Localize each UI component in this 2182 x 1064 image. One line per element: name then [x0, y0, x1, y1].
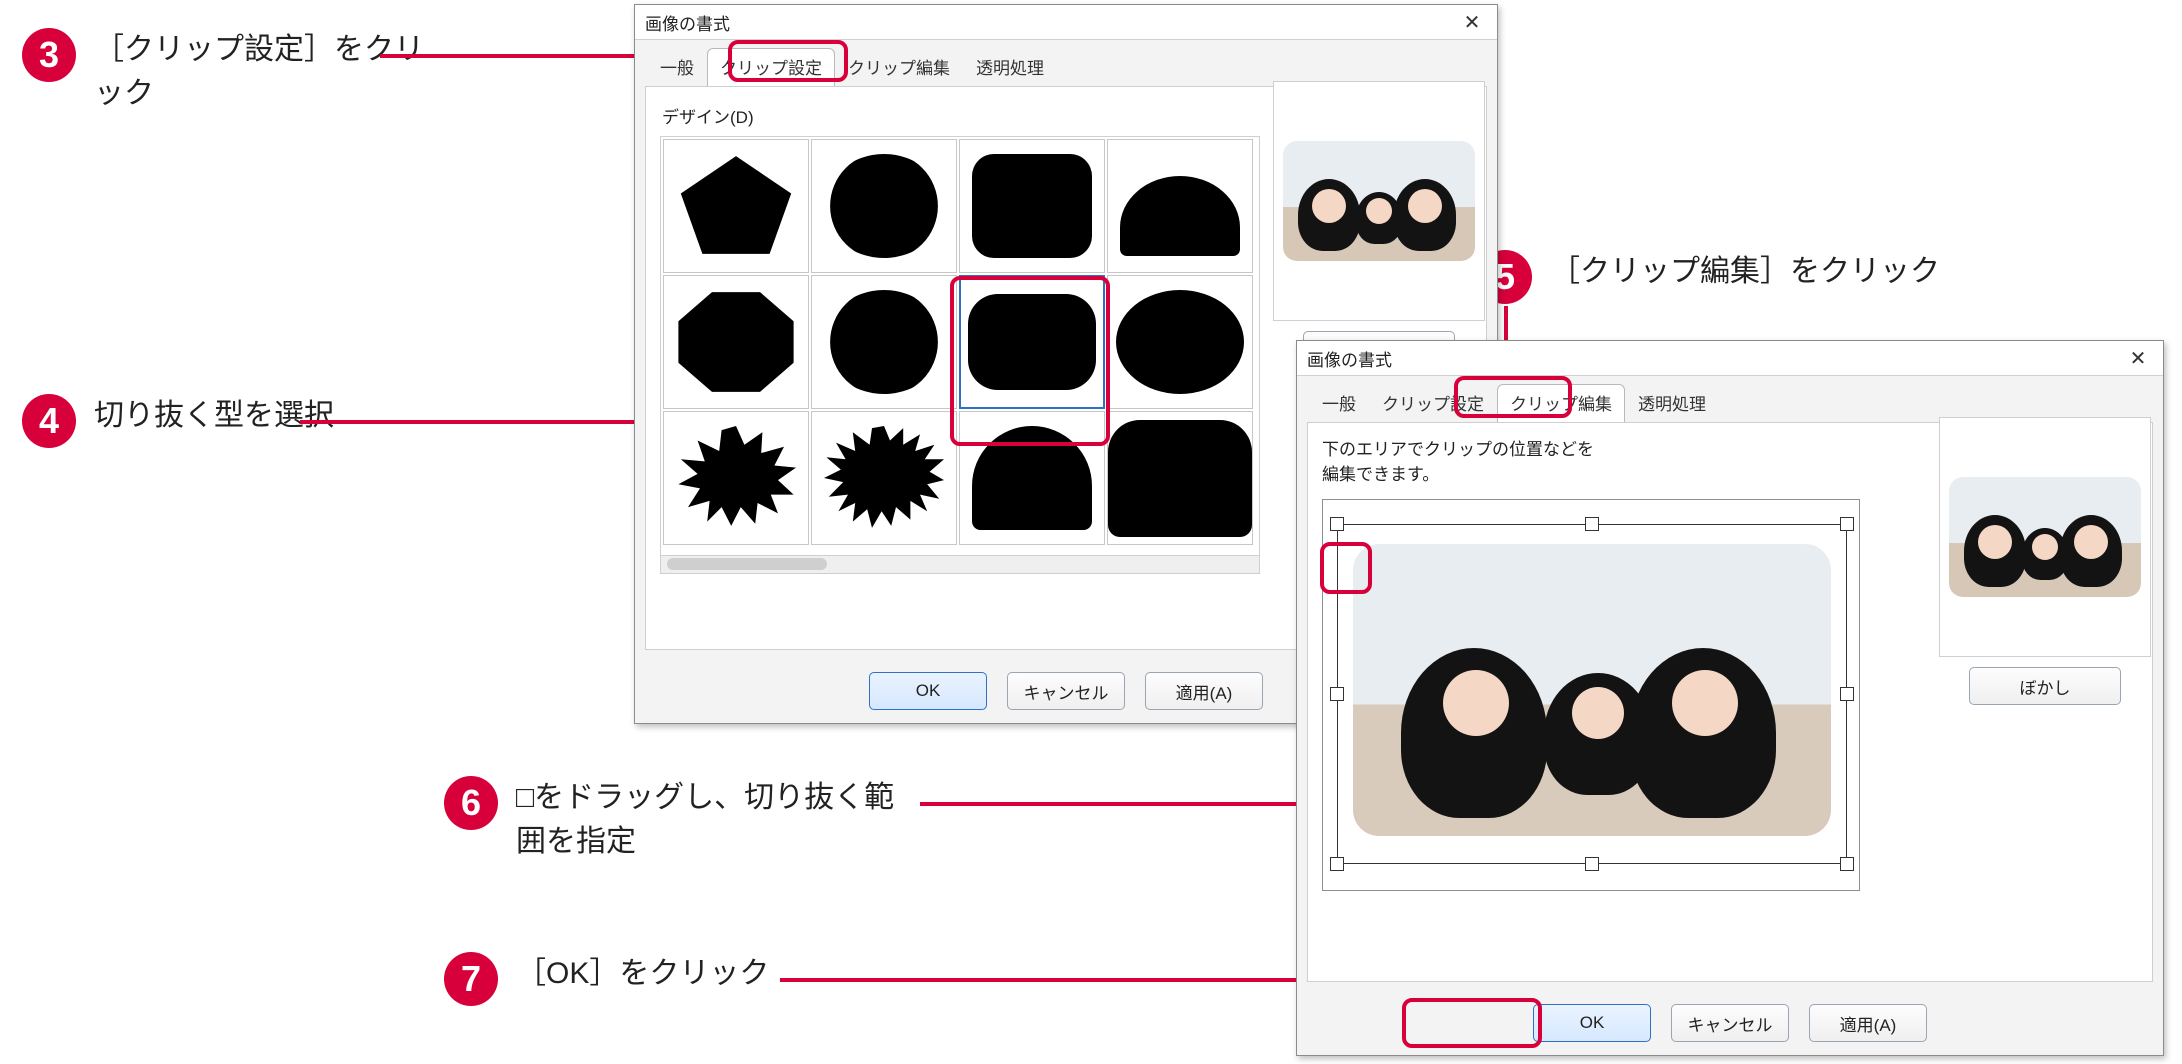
highlight-selected-shape [950, 276, 1110, 446]
callout-6: 6 □をドラッグし、切り抜く範囲を指定 [444, 776, 964, 864]
apply-button[interactable]: 適用(A) [1145, 672, 1263, 710]
step-badge-6: 6 [444, 776, 498, 830]
callout-5: 5 ［クリップ編集］をクリック [1478, 250, 1940, 304]
shape-rounded[interactable] [959, 139, 1105, 273]
leader-6 [920, 802, 1340, 806]
preview-thumbnail [1949, 477, 2141, 597]
clip-selection-box[interactable] [1337, 524, 1847, 864]
handle-bottom-center[interactable] [1585, 857, 1599, 871]
shape-octagon[interactable] [663, 275, 809, 409]
tab-transparency[interactable]: 透明処理 [963, 48, 1057, 86]
handle-top-left[interactable] [1330, 517, 1344, 531]
ok-button[interactable]: OK [1533, 1004, 1651, 1042]
cancel-button[interactable]: キャンセル [1671, 1004, 1789, 1042]
callout-5-text: ［クリップ編集］をクリック [1550, 250, 1940, 294]
callout-6-text: □をドラッグし、切り抜く範囲を指定 [516, 776, 916, 864]
dialog-title: 画像の書式 [1307, 346, 1392, 371]
shape-hscroll-thumb[interactable] [667, 558, 827, 570]
highlight-tab-clip-settings [728, 40, 848, 82]
shape-flower[interactable] [811, 275, 957, 409]
shape-burst[interactable] [663, 411, 809, 545]
shape-scallop[interactable] [811, 139, 957, 273]
handle-top-right[interactable] [1840, 517, 1854, 531]
callout-3-text: ［クリップ設定］をクリック [94, 28, 434, 116]
preview-pane [1273, 81, 1485, 321]
step-badge-7: 7 [444, 952, 498, 1006]
callout-7-text: ［OK］をクリック [516, 952, 769, 996]
titlebar: 画像の書式 ✕ [1297, 341, 2163, 376]
shape-ellipse[interactable] [1107, 275, 1253, 409]
handle-bottom-left[interactable] [1330, 857, 1344, 871]
callout-3: 3 ［クリップ設定］をクリック [22, 28, 442, 116]
callout-4-text: 切り抜く型を選択 [94, 394, 334, 438]
shape-semidisc[interactable] [1107, 139, 1253, 273]
highlight-ok-button [1402, 998, 1542, 1048]
apply-button[interactable]: 適用(A) [1809, 1004, 1927, 1042]
handle-top-center[interactable] [1585, 517, 1599, 531]
tab-clip-edit[interactable]: クリップ編集 [835, 48, 963, 86]
step-badge-3: 3 [22, 28, 76, 82]
blur-button[interactable]: ぼかし [1969, 667, 2121, 705]
shape-tab[interactable] [1107, 411, 1253, 545]
shape-pentagon[interactable] [663, 139, 809, 273]
titlebar: 画像の書式 ✕ [635, 5, 1497, 40]
highlight-tab-clip-edit [1454, 376, 1572, 418]
preview-pane [1939, 417, 2151, 657]
shape-hscrollbar[interactable] [660, 556, 1260, 574]
close-icon[interactable]: ✕ [2121, 346, 2155, 371]
handle-middle-right[interactable] [1840, 687, 1854, 701]
close-icon[interactable]: ✕ [1455, 10, 1489, 35]
tab-general[interactable]: 一般 [647, 48, 707, 86]
clip-edit-stage[interactable] [1322, 499, 1860, 891]
tab-general[interactable]: 一般 [1309, 384, 1369, 422]
callout-7: 7 ［OK］をクリック [444, 952, 769, 1006]
step-badge-4: 4 [22, 394, 76, 448]
shape-spiky[interactable] [811, 411, 957, 545]
tab-transparency[interactable]: 透明処理 [1625, 384, 1719, 422]
tab-strip: 一般 クリップ設定 クリップ編集 透明処理 [1297, 376, 2163, 422]
dialog-title: 画像の書式 [645, 10, 730, 35]
handle-bottom-right[interactable] [1840, 857, 1854, 871]
handle-middle-left[interactable] [1330, 687, 1344, 701]
highlight-drag-handle [1320, 542, 1372, 594]
preview-thumbnail [1283, 141, 1475, 261]
ok-button[interactable]: OK [869, 672, 987, 710]
cancel-button[interactable]: キャンセル [1007, 672, 1125, 710]
dialog-image-format-clip-edit: 画像の書式 ✕ 一般 クリップ設定 クリップ編集 透明処理 下のエリアでクリップ… [1296, 340, 2164, 1056]
